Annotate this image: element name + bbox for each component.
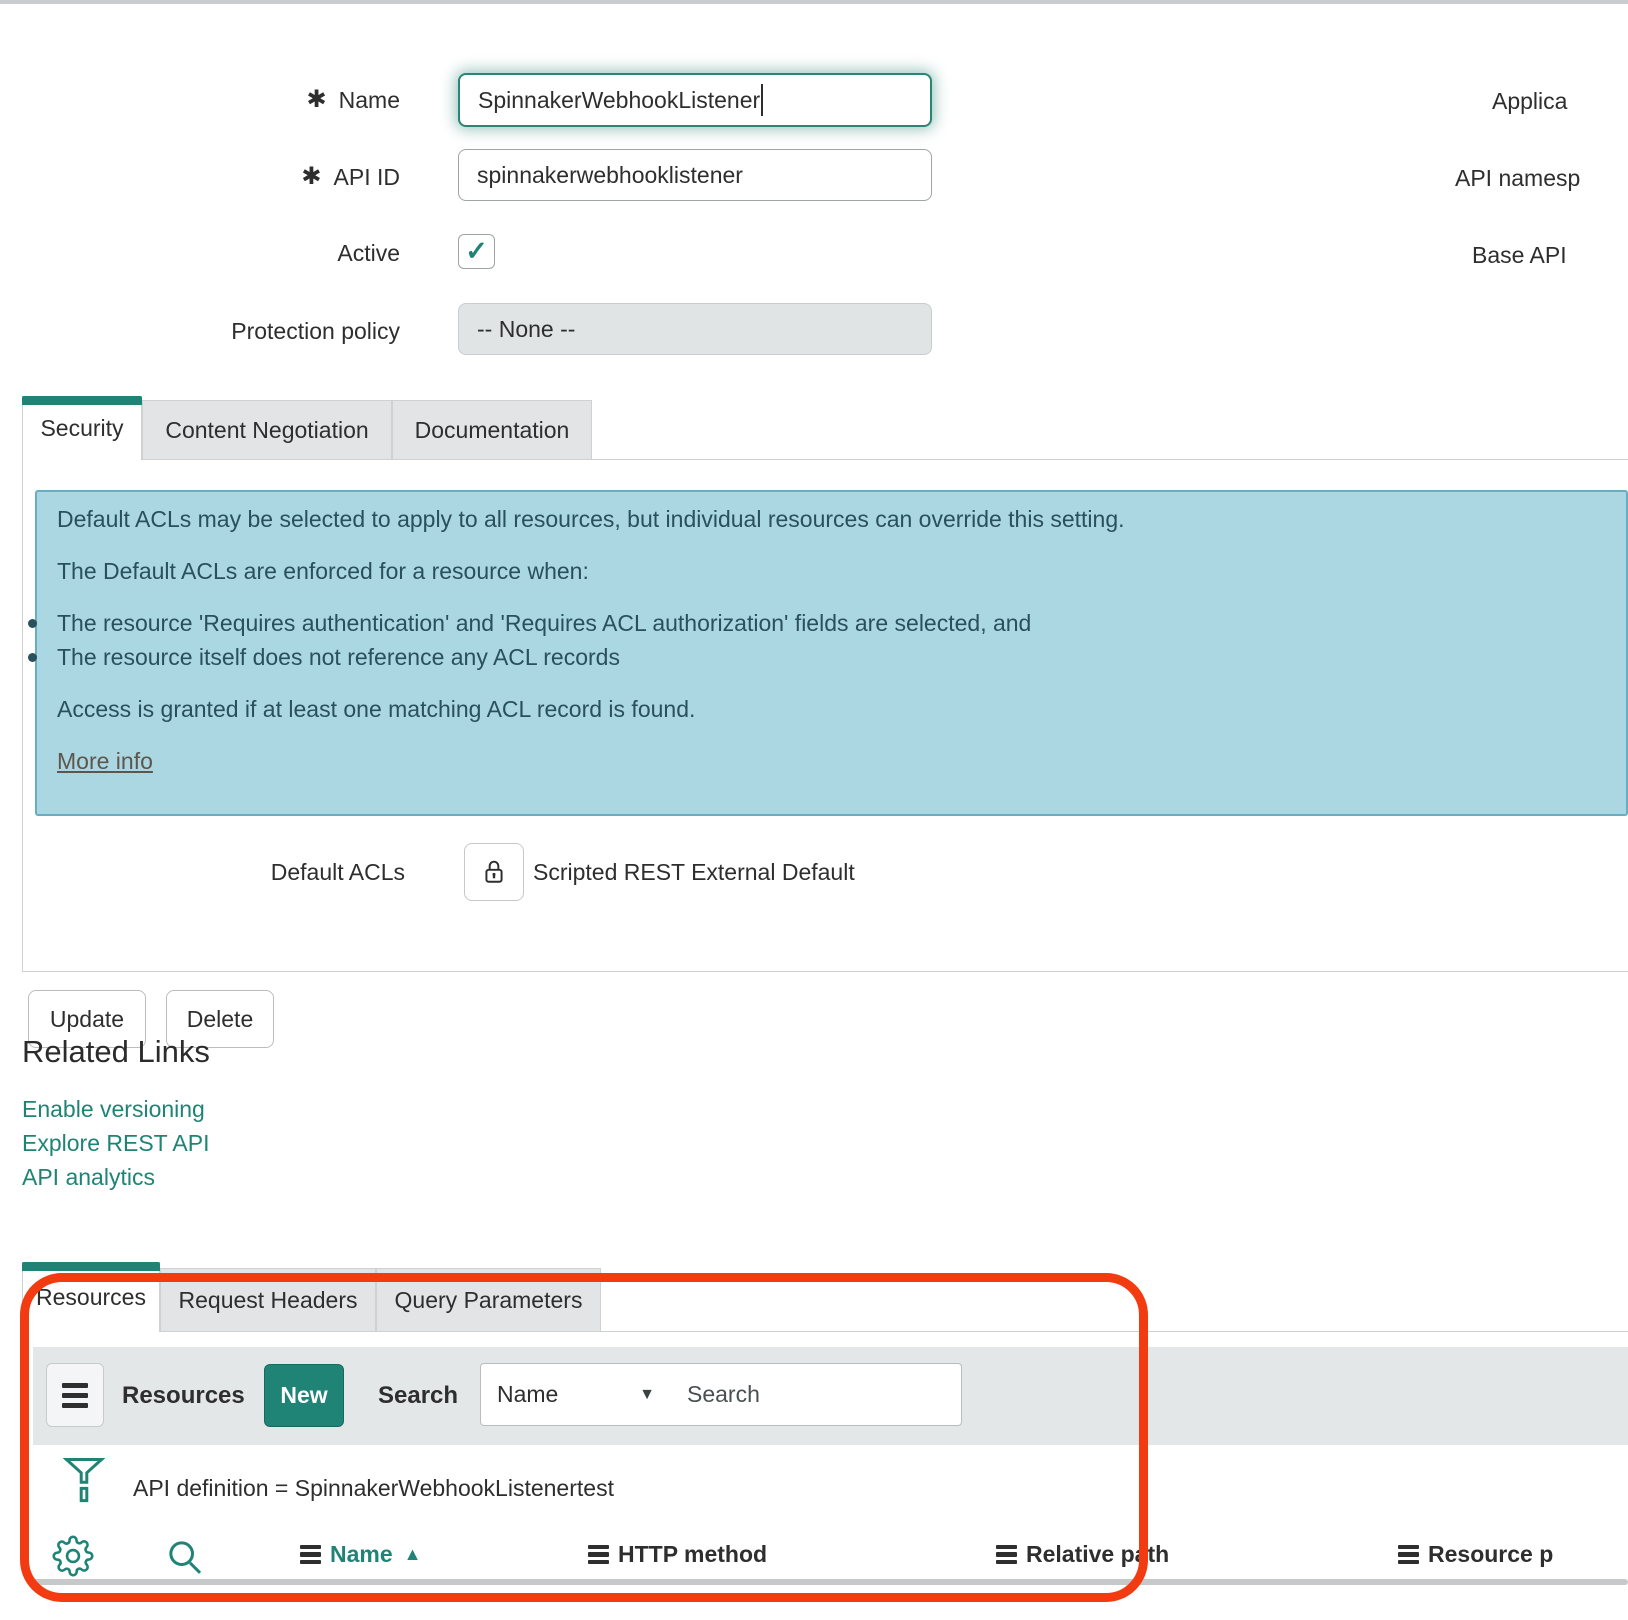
column-header-http-method[interactable]: HTTP method <box>588 1541 767 1568</box>
api-id-input[interactable]: spinnakerwebhooklistener <box>458 149 932 201</box>
column-header-resource-path[interactable]: Resource p <box>1398 1541 1553 1568</box>
active-tab-indicator <box>22 396 142 405</box>
default-acls-lock-button[interactable] <box>464 843 524 901</box>
protection-policy-field: -- None -- <box>458 303 932 355</box>
application-label: Applica <box>1492 86 1567 116</box>
active-tab-indicator <box>22 1262 160 1271</box>
column-menu-icon <box>588 1545 609 1565</box>
tab-content-negotiation[interactable]: Content Negotiation <box>142 400 392 460</box>
api-id-input-value: spinnakerwebhooklistener <box>477 162 743 189</box>
required-icon: ✱ <box>307 88 327 112</box>
info-line-3: Access is granted if at least one matchi… <box>57 694 695 724</box>
column-menu-icon <box>300 1545 321 1565</box>
protection-policy-label: Protection policy <box>60 316 400 346</box>
api-id-label: ✱ API ID <box>60 162 400 192</box>
api-namespace-label: API namesp <box>1455 163 1580 193</box>
info-line-1: Default ACLs may be selected to apply to… <box>57 504 1125 534</box>
base-api-label: Base API <box>1472 240 1567 270</box>
info-line-2: The Default ACLs are enforced for a reso… <box>57 556 589 586</box>
name-input-value: SpinnakerWebhookListener <box>478 87 760 114</box>
tab-resources[interactable]: Resources <box>22 1262 160 1332</box>
related-links-heading: Related Links <box>22 1034 210 1070</box>
bullet-dot <box>28 619 37 628</box>
search-label: Search <box>378 1382 458 1410</box>
link-enable-versioning[interactable]: Enable versioning <box>22 1094 205 1124</box>
info-bullet-2: The resource itself does not reference a… <box>57 642 620 672</box>
bullet-dot <box>28 653 37 662</box>
default-acls-label: Default ACLs <box>60 857 405 887</box>
link-api-analytics[interactable]: API analytics <box>22 1162 155 1192</box>
sort-ascending-icon: ▲ <box>404 1544 422 1565</box>
active-label: Active <box>60 238 400 268</box>
list-settings-icon[interactable] <box>52 1535 94 1577</box>
tab-request-headers[interactable]: Request Headers <box>160 1268 376 1332</box>
list-context-menu-button[interactable] <box>46 1363 104 1427</box>
acl-info-box: Default ACLs may be selected to apply to… <box>35 490 1628 816</box>
default-acls-value: Scripted REST External Default <box>533 857 855 887</box>
list-search-icon[interactable] <box>165 1537 205 1577</box>
tab-query-parameters[interactable]: Query Parameters <box>376 1268 601 1332</box>
column-menu-icon <box>1398 1545 1419 1565</box>
column-header-relative-path[interactable]: Relative path <box>996 1541 1169 1568</box>
search-input[interactable] <box>671 1363 962 1426</box>
lock-icon <box>481 857 507 887</box>
list-title: Resources <box>122 1382 245 1410</box>
name-label: ✱ Name <box>60 85 400 115</box>
check-icon: ✓ <box>465 236 488 267</box>
new-button[interactable]: New <box>264 1364 344 1427</box>
column-menu-icon <box>996 1545 1017 1565</box>
filter-icon[interactable] <box>63 1456 105 1512</box>
text-cursor <box>761 84 763 116</box>
required-icon: ✱ <box>301 165 321 189</box>
hamburger-icon <box>62 1383 88 1408</box>
search-field-select[interactable]: Name ▼ <box>480 1363 672 1426</box>
caret-down-icon: ▼ <box>639 1386 655 1404</box>
column-header-name[interactable]: Name ▲ <box>300 1541 421 1568</box>
name-input[interactable]: SpinnakerWebhookListener <box>458 73 932 127</box>
top-divider <box>0 0 1628 4</box>
tab-security[interactable]: Security <box>22 396 142 460</box>
tab-documentation[interactable]: Documentation <box>392 400 592 460</box>
header-separator <box>30 1579 1628 1585</box>
info-bullet-1: The resource 'Requires authentication' a… <box>57 608 1031 638</box>
filter-breadcrumb[interactable]: API definition = SpinnakerWebhookListene… <box>133 1473 614 1503</box>
more-info-link[interactable]: More info <box>57 746 153 776</box>
link-explore-rest-api[interactable]: Explore REST API <box>22 1128 210 1158</box>
active-checkbox[interactable]: ✓ <box>458 234 495 269</box>
